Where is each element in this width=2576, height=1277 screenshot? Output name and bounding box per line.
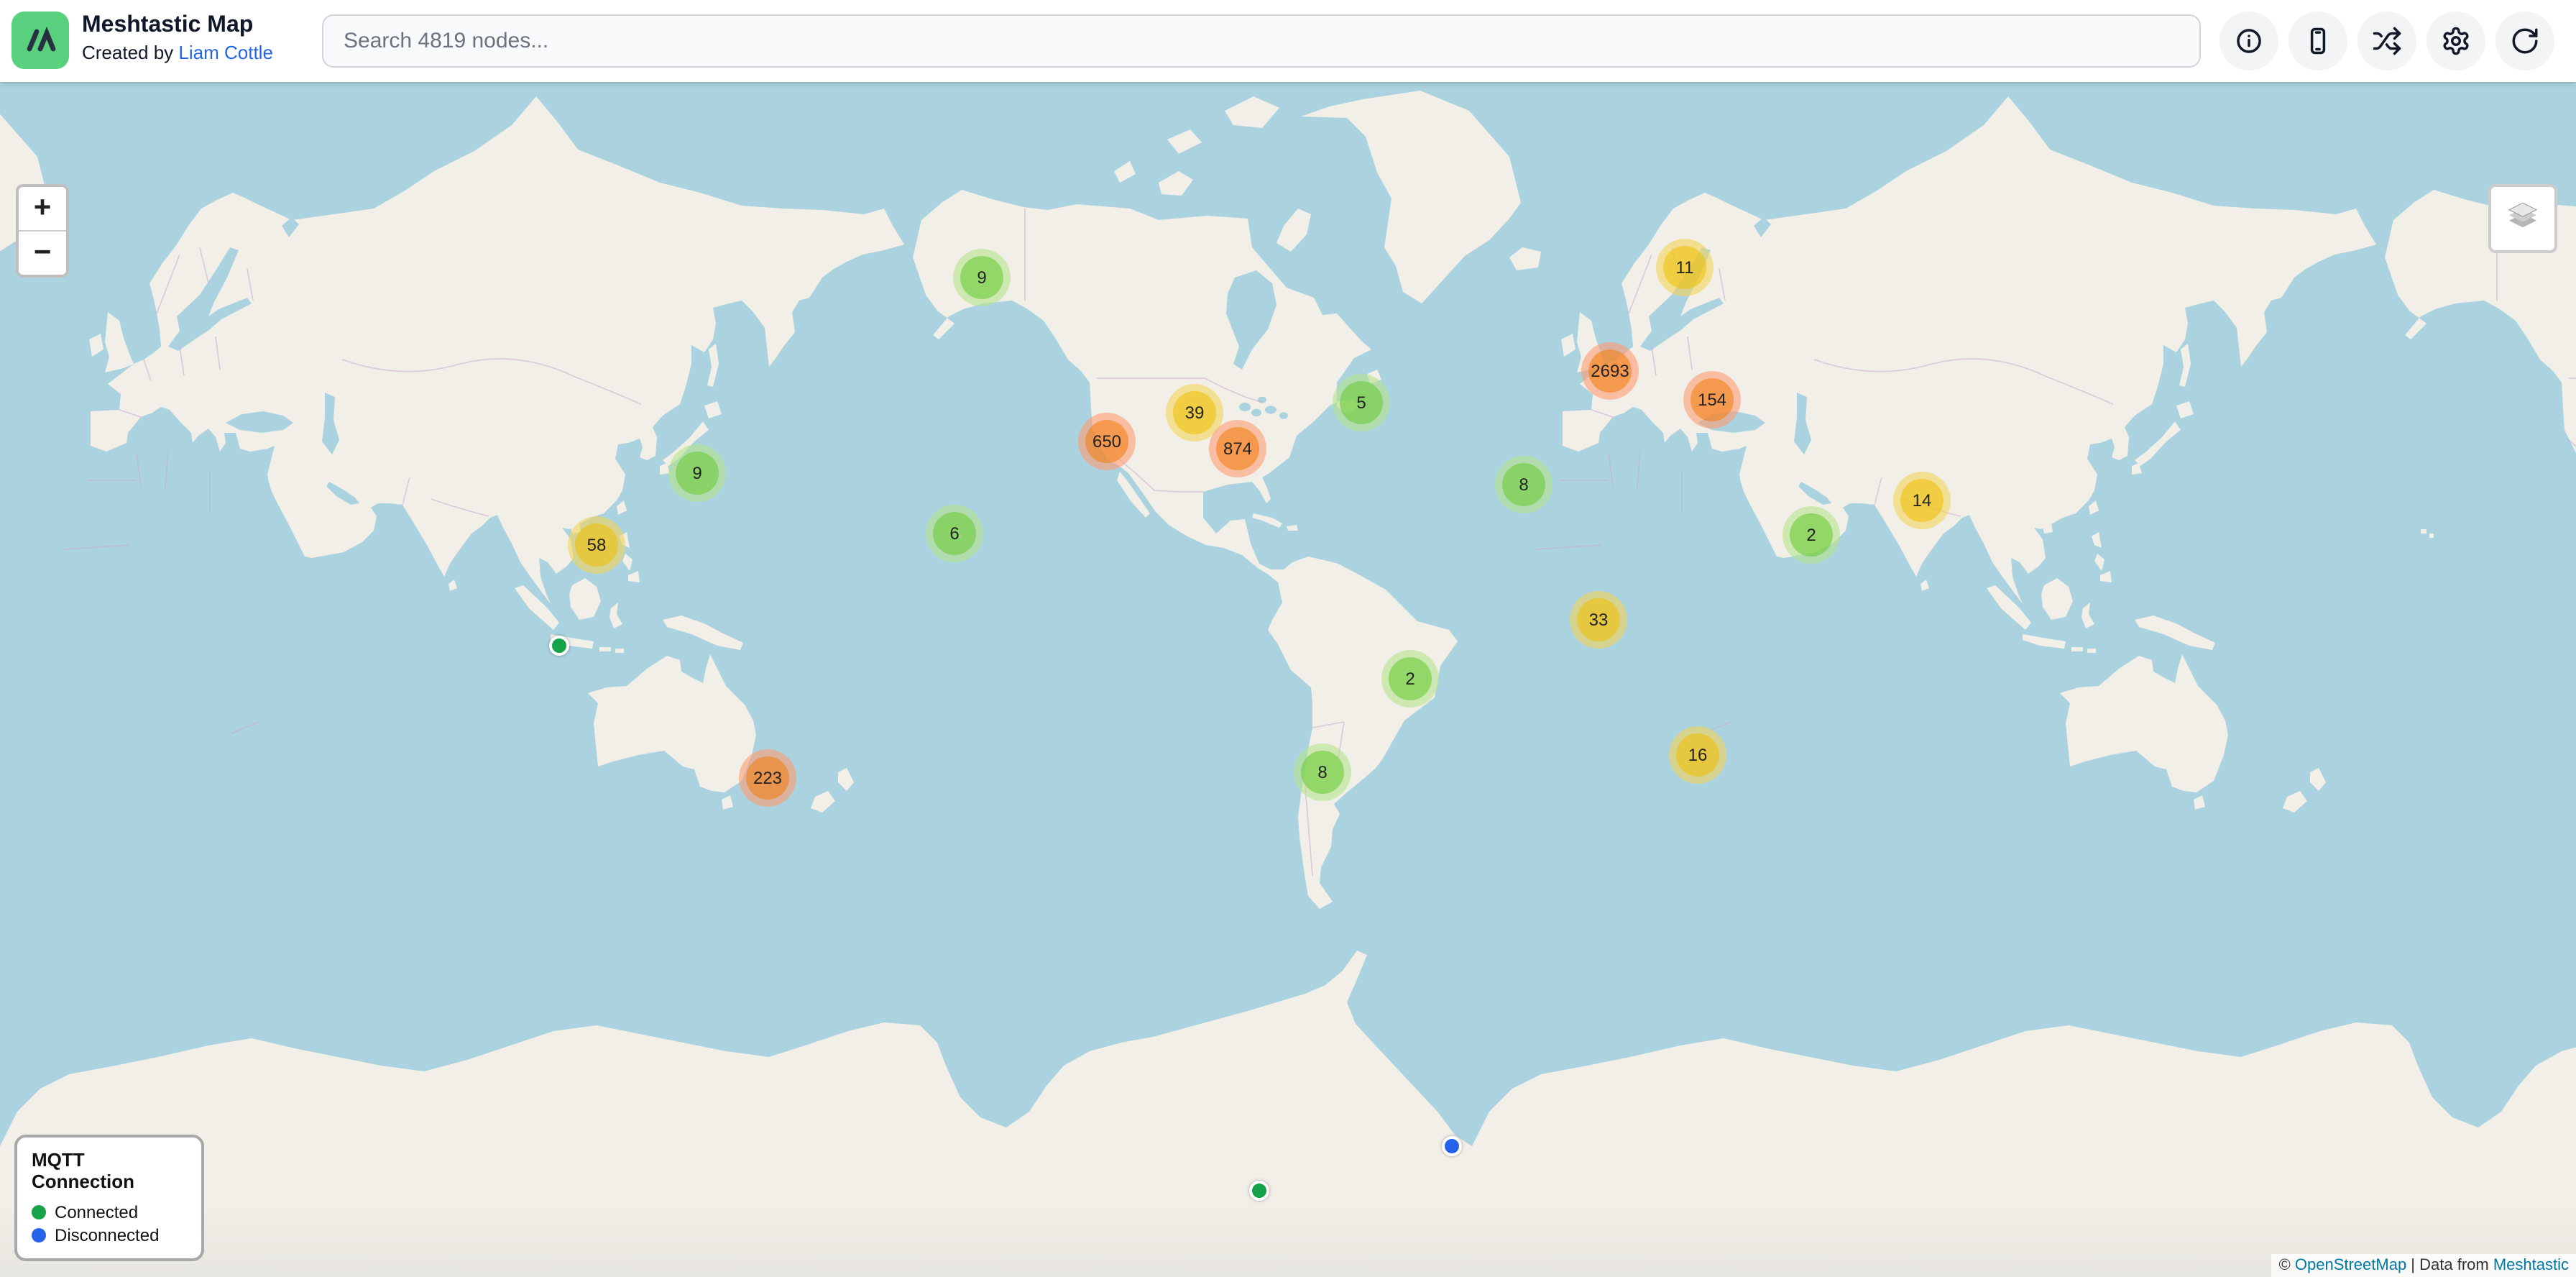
world-map bbox=[0, 82, 2576, 1277]
cluster-marker[interactable]: 223 bbox=[739, 749, 796, 807]
legend-item: Connected bbox=[32, 1201, 187, 1224]
search-input[interactable] bbox=[322, 14, 2201, 68]
cluster-marker[interactable]: 6 bbox=[926, 505, 983, 562]
cluster-marker[interactable]: 650 bbox=[1078, 413, 1136, 470]
attribution-separator: | Data from bbox=[2406, 1257, 2493, 1274]
page-title: Meshtastic Map bbox=[82, 12, 273, 40]
legend-item: Disconnected bbox=[32, 1224, 187, 1247]
cluster-count: 16 bbox=[1676, 733, 1719, 777]
cluster-marker[interactable]: 8 bbox=[1495, 456, 1552, 513]
node-marker-connected[interactable] bbox=[549, 636, 569, 656]
mqtt-legend: MQTT Connection ConnectedDisconnected bbox=[14, 1135, 204, 1261]
meshtastic-logo-icon bbox=[12, 12, 69, 69]
legend-label: Connected bbox=[55, 1201, 138, 1224]
node-marker-connected[interactable] bbox=[1249, 1181, 1269, 1201]
cluster-marker[interactable]: 11 bbox=[1656, 239, 1714, 296]
mobile-button[interactable] bbox=[2288, 12, 2347, 70]
map-attribution: © OpenStreetMap | Data from Meshtastic bbox=[2272, 1254, 2576, 1277]
map-canvas[interactable]: + − MQTT Connection ConnectedDisconnecte… bbox=[0, 82, 2576, 1277]
cluster-count: 14 bbox=[1900, 479, 1944, 522]
cluster-marker[interactable]: 9 bbox=[953, 249, 1011, 306]
node-marker-disconnected[interactable] bbox=[1442, 1136, 1462, 1156]
legend-dot-icon bbox=[32, 1205, 46, 1219]
legend-title: MQTT Connection bbox=[32, 1149, 187, 1192]
cluster-count: 5 bbox=[1340, 381, 1383, 424]
osm-link[interactable]: OpenStreetMap bbox=[2295, 1257, 2406, 1274]
cluster-count: 58 bbox=[575, 523, 618, 567]
refresh-button[interactable] bbox=[2496, 12, 2554, 70]
cluster-count: 39 bbox=[1173, 391, 1216, 434]
cluster-marker[interactable]: 33 bbox=[1570, 591, 1627, 649]
legend-label: Disconnected bbox=[55, 1224, 159, 1247]
app: + − MQTT Connection ConnectedDisconnecte… bbox=[0, 0, 2576, 1277]
zoom-in-button[interactable]: + bbox=[19, 187, 66, 232]
zoom-control: + − bbox=[16, 184, 69, 278]
cluster-count: 2 bbox=[1790, 513, 1833, 557]
cluster-marker[interactable]: 58 bbox=[568, 516, 625, 574]
layers-button[interactable] bbox=[2488, 184, 2557, 253]
refresh-icon bbox=[2510, 26, 2540, 56]
cluster-marker[interactable]: 2 bbox=[1782, 506, 1840, 564]
legend-dot-icon bbox=[32, 1228, 46, 1242]
cluster-count: 9 bbox=[676, 452, 719, 495]
cluster-marker[interactable]: 8 bbox=[1294, 743, 1351, 801]
cluster-marker[interactable]: 154 bbox=[1683, 371, 1741, 429]
attribution-copyright: © bbox=[2279, 1257, 2295, 1274]
meshtastic-link[interactable]: Meshtastic bbox=[2493, 1257, 2569, 1274]
cluster-count: 11 bbox=[1663, 246, 1706, 289]
shuffle-icon bbox=[2372, 26, 2402, 56]
settings-button[interactable] bbox=[2426, 12, 2485, 70]
cluster-marker[interactable]: 16 bbox=[1669, 726, 1726, 784]
cluster-count: 2693 bbox=[1588, 349, 1632, 393]
gear-icon bbox=[2441, 26, 2471, 56]
cluster-marker[interactable]: 5 bbox=[1333, 374, 1390, 431]
cluster-count: 874 bbox=[1216, 427, 1259, 470]
cluster-count: 9 bbox=[960, 256, 1003, 299]
cluster-count: 8 bbox=[1301, 751, 1344, 794]
layers-icon bbox=[2501, 197, 2544, 240]
header: Meshtastic Map Created by Liam Cottle bbox=[0, 0, 2576, 82]
byline: Created by Liam Cottle bbox=[82, 40, 273, 65]
info-icon bbox=[2234, 26, 2264, 56]
cluster-count: 33 bbox=[1577, 598, 1620, 641]
cluster-count: 154 bbox=[1690, 378, 1734, 421]
cluster-count: 8 bbox=[1502, 463, 1545, 506]
mobile-icon bbox=[2303, 26, 2333, 56]
cluster-count: 650 bbox=[1085, 420, 1128, 463]
cluster-marker[interactable]: 14 bbox=[1893, 472, 1951, 529]
cluster-count: 6 bbox=[933, 512, 976, 555]
cluster-marker[interactable]: 2 bbox=[1381, 650, 1439, 708]
cluster-marker[interactable]: 9 bbox=[668, 444, 726, 502]
cluster-count: 2 bbox=[1389, 657, 1432, 700]
cluster-count: 223 bbox=[746, 756, 789, 800]
shuffle-button[interactable] bbox=[2358, 12, 2416, 70]
legend-items: ConnectedDisconnected bbox=[32, 1201, 187, 1247]
cluster-marker[interactable]: 2693 bbox=[1581, 342, 1639, 400]
byline-prefix: Created by bbox=[82, 42, 178, 63]
author-link[interactable]: Liam Cottle bbox=[178, 42, 273, 63]
zoom-out-button[interactable]: − bbox=[19, 232, 66, 275]
info-button[interactable] bbox=[2220, 12, 2278, 70]
cluster-marker[interactable]: 874 bbox=[1209, 420, 1266, 477]
